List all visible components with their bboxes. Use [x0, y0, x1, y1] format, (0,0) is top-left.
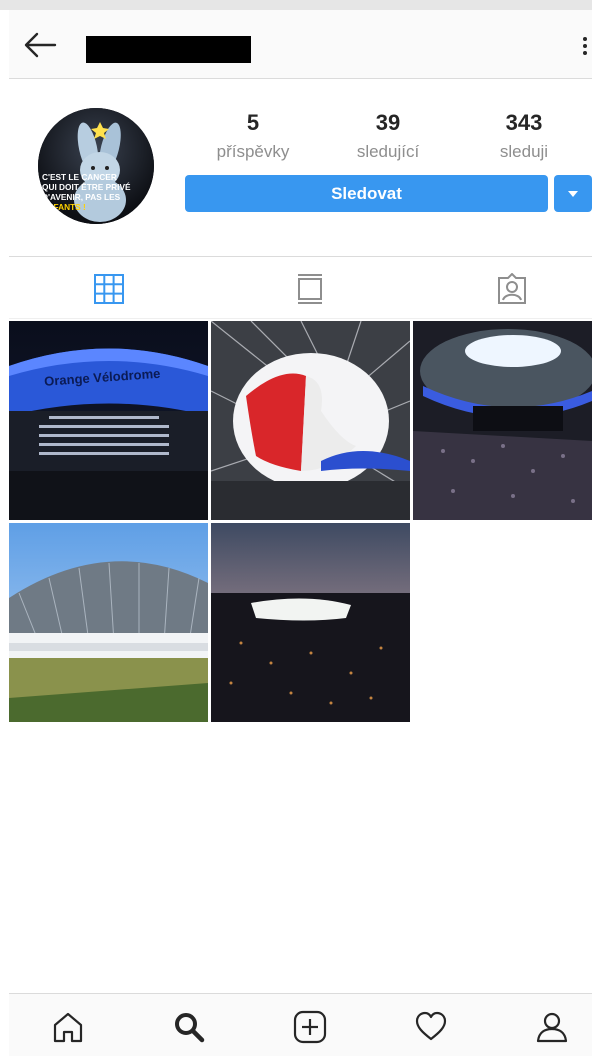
post-thumbnail[interactable]: Orange Vélodrome — [9, 321, 208, 520]
back-arrow-icon[interactable] — [23, 30, 57, 60]
divider — [9, 318, 592, 319]
stat-followers-label: sledující — [356, 142, 420, 161]
feed-icon[interactable] — [294, 273, 326, 305]
stat-posts-label: příspěvky — [216, 142, 290, 161]
avatar[interactable]: C'EST LE CANCER QUI DOIT ÊTRE PRIVÉ D'AV… — [38, 108, 154, 224]
avatar-text-4: ENFANTS ! — [42, 202, 86, 212]
top-bar — [9, 10, 592, 79]
stat-following-label: sleduji — [499, 142, 549, 161]
home-icon[interactable] — [51, 1010, 85, 1044]
post-thumbnail[interactable] — [211, 321, 410, 520]
divider — [9, 256, 592, 257]
stat-followers-value: 39 — [375, 110, 401, 135]
post-thumbnail[interactable] — [413, 321, 592, 520]
stat-following-value: 343 — [505, 110, 543, 135]
follow-button[interactable]: Sledovat — [185, 175, 548, 212]
avatar-text-3: D'AVENIR, PAS LES — [42, 192, 121, 202]
avatar-text-1: C'EST LE CANCER — [42, 172, 117, 182]
avatar-text-2: QUI DOIT ÊTRE PRIVÉ — [42, 181, 131, 192]
tagged-icon[interactable] — [496, 272, 528, 305]
stat-followers[interactable]: 39 sledující — [328, 110, 448, 164]
add-post-icon[interactable] — [293, 1010, 327, 1044]
stat-posts[interactable]: 5 příspěvky — [193, 110, 313, 164]
activity-heart-icon[interactable] — [414, 1010, 448, 1044]
stat-posts-value: 5 — [246, 110, 260, 135]
follow-dropdown-button[interactable] — [554, 175, 592, 212]
post-thumbnail[interactable] — [211, 523, 410, 722]
profile-icon[interactable] — [535, 1010, 569, 1044]
stat-following[interactable]: 343 sleduji — [464, 110, 584, 164]
username-redacted — [86, 36, 251, 63]
search-icon[interactable] — [172, 1010, 206, 1044]
grid-icon[interactable] — [93, 273, 125, 305]
chevron-down-icon — [568, 191, 578, 197]
post-thumbnail[interactable] — [9, 523, 208, 722]
status-strip — [0, 0, 592, 10]
more-vertical-icon[interactable] — [579, 34, 591, 64]
